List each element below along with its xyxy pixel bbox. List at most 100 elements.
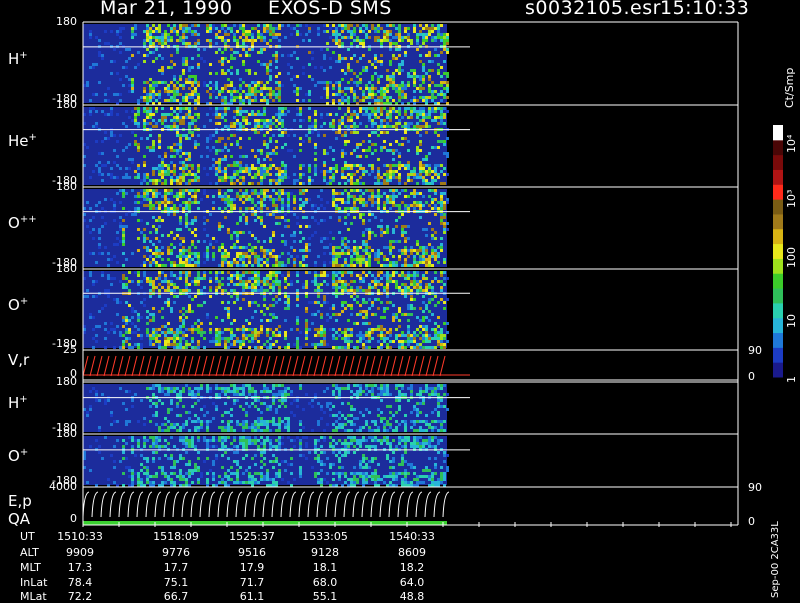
spectrogram-cell <box>185 78 188 81</box>
spectrogram-cell <box>323 57 326 60</box>
spectrogram-cell <box>284 176 287 179</box>
spectrogram-cell <box>203 255 206 258</box>
spectrogram-cell <box>269 173 272 176</box>
spectrogram-cell <box>437 246 440 249</box>
spectrogram-cell <box>362 310 365 313</box>
spectrogram-cell <box>266 261 269 264</box>
spectrogram-cell <box>440 204 443 207</box>
spectrogram-cell <box>401 213 404 216</box>
spectrogram-cell <box>191 179 194 182</box>
spectrogram-cell <box>275 277 278 280</box>
spectrogram-cell <box>377 99 380 102</box>
spectrogram-cell <box>401 36 404 39</box>
spectrogram-cell <box>305 337 308 340</box>
spectrogram-cell <box>230 93 233 96</box>
voltage-trace <box>181 356 186 376</box>
spectrogram-cell <box>326 152 329 155</box>
spectrogram-cell <box>377 249 380 252</box>
spectrogram-cell <box>386 198 389 201</box>
spectrogram-cell <box>398 346 401 349</box>
spectrogram-cell <box>392 319 395 322</box>
spectrogram-cell <box>146 277 149 280</box>
spectrogram-cell <box>338 264 341 267</box>
spectrogram-cell <box>254 155 257 158</box>
spectrogram-cell <box>218 167 221 170</box>
spectrogram-cell <box>248 255 251 258</box>
spectrogram-cell <box>434 119 437 122</box>
spectrogram-cell <box>395 204 398 207</box>
spectrogram-cell <box>242 280 245 283</box>
spectrogram-cell <box>353 125 356 128</box>
spectrogram-cell <box>176 87 179 90</box>
spectrogram-cell <box>284 337 287 340</box>
spectrogram-cell <box>347 252 350 255</box>
spectrogram-cell <box>236 107 239 110</box>
spectrogram-cell <box>263 140 266 143</box>
spectrogram-cell <box>218 340 221 343</box>
spectrogram-cell <box>389 176 392 179</box>
spectrogram-cell <box>149 110 152 113</box>
spectrogram-cell <box>152 60 155 63</box>
spectrogram-cell <box>146 24 149 27</box>
spectrogram-cell <box>308 39 311 42</box>
spectrogram-cell <box>152 334 155 337</box>
spectrogram-cell <box>380 27 383 30</box>
spectrogram-cell <box>197 390 200 393</box>
spectrogram-cell <box>230 390 233 393</box>
spectrogram-cell <box>425 33 428 36</box>
spectrogram-cell <box>149 231 152 234</box>
spectrogram-cell <box>182 331 185 334</box>
spectrogram-cell <box>254 271 257 274</box>
spectrogram-cell <box>200 426 203 429</box>
spectrogram-cell <box>164 90 167 93</box>
spectrogram-cell <box>200 408 203 411</box>
spectrogram-cell <box>344 301 347 304</box>
spectrogram-cell <box>152 30 155 33</box>
spectrogram-cell <box>233 198 236 201</box>
spectrogram-cell <box>407 140 410 143</box>
spectrogram-cell <box>206 255 209 258</box>
spectrogram-cell <box>344 161 347 164</box>
spectrogram-cell <box>173 87 176 90</box>
spectrogram-cell <box>263 304 266 307</box>
spectrogram-cell <box>254 420 257 423</box>
spectrogram-cell <box>263 198 266 201</box>
spectrogram-cell <box>419 280 422 283</box>
spectrogram-cell <box>158 204 161 207</box>
spectrogram-cell <box>368 113 371 116</box>
spectrogram-cell <box>347 69 350 72</box>
spectrogram-cell <box>440 107 443 110</box>
spectrogram-cell <box>425 122 428 125</box>
spectrogram-cell <box>230 164 233 167</box>
spectrogram-cell <box>218 331 221 334</box>
spectrogram-cell <box>275 81 278 84</box>
spectrogram-cell <box>242 119 245 122</box>
spectrogram-cell <box>425 228 428 231</box>
spectrogram-cell <box>257 161 260 164</box>
spectrogram-cell <box>368 146 371 149</box>
spectrogram-cell <box>341 252 344 255</box>
spectrogram-cell <box>251 110 254 113</box>
spectrogram-cell <box>140 301 143 304</box>
spectrogram-cell <box>101 216 104 219</box>
spectrogram-cell <box>218 48 221 51</box>
spectrogram-cell <box>107 274 110 277</box>
spectrogram-cell <box>359 280 362 283</box>
spectrogram-cell <box>233 289 236 292</box>
spectrogram-cell <box>212 246 215 249</box>
spectrogram-cell <box>281 179 284 182</box>
spectrogram-cell <box>98 231 101 234</box>
spectrogram-cell <box>242 325 245 328</box>
spectrogram-cell <box>419 96 422 99</box>
spectrogram-cell <box>95 63 98 66</box>
spectrogram-cell <box>386 182 389 185</box>
spectrogram-cell <box>437 176 440 179</box>
spectrogram-cell <box>314 146 317 149</box>
spectrogram-cell <box>371 63 374 66</box>
spectrogram-cell <box>431 176 434 179</box>
spectrogram-cell <box>161 252 164 255</box>
spectrogram-cell <box>143 192 146 195</box>
spectrogram-cell <box>278 27 281 30</box>
spectrogram-cell <box>407 125 410 128</box>
spectrogram-cell <box>332 246 335 249</box>
